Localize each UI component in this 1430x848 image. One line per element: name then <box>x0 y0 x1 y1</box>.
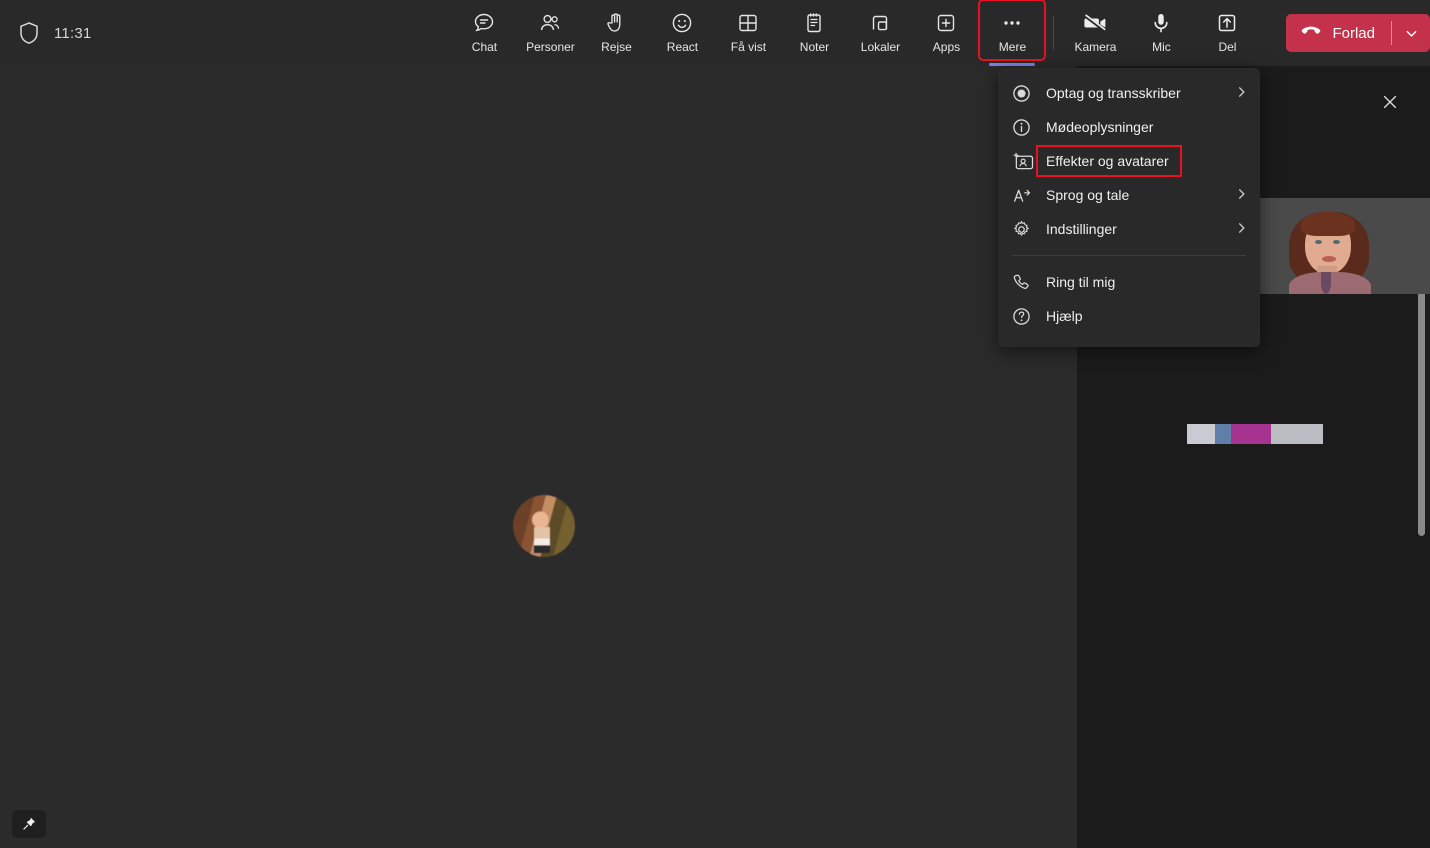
more-options-menu: Optag og transskriber Mødeoplysninger Ef… <box>998 68 1260 347</box>
menu-item-effects-avatars[interactable]: Effekter og avatarer <box>998 144 1260 178</box>
menu-item-label: Indstillinger <box>1046 221 1117 237</box>
toolbar-button-notes[interactable]: Noter <box>781 0 847 60</box>
toolbar-button-react[interactable]: React <box>649 0 715 60</box>
toolbar-label: Mic <box>1152 40 1171 54</box>
gear-icon <box>1012 220 1038 239</box>
menu-item-label: Ring til mig <box>1046 274 1116 290</box>
phone-icon <box>1012 273 1038 292</box>
panel-scrollbar[interactable] <box>1418 291 1425 536</box>
raise-hand-icon <box>604 9 628 37</box>
menu-item-record[interactable]: Optag og transskriber <box>998 76 1260 110</box>
toolbar-label: Rejse <box>601 40 632 54</box>
toolbar-button-more[interactable]: Mere <box>978 0 1047 66</box>
avatar-eye-left <box>1315 240 1322 244</box>
toolbar-button-rooms[interactable]: Lokaler <box>847 0 913 60</box>
toolbar-label: React <box>666 40 699 54</box>
menu-item-label: Mødeoplysninger <box>1046 119 1154 135</box>
chevron-right-icon <box>1235 85 1248 102</box>
thumb-3 <box>1231 424 1271 444</box>
pin-button[interactable] <box>12 810 46 838</box>
toolbar-button-mic[interactable]: Mic <box>1128 0 1194 60</box>
menu-item-settings[interactable]: Indstillinger <box>998 212 1260 246</box>
help-question-icon <box>1012 307 1038 326</box>
menu-item-call-me[interactable]: Ring til mig <box>998 265 1260 299</box>
avatar-hair-front <box>1301 212 1355 236</box>
toolbar-label: Kamera <box>1074 40 1117 54</box>
avatar-collar <box>1321 272 1331 294</box>
microphone-icon <box>1149 9 1173 37</box>
avatar-thumbnail-strip[interactable] <box>1187 424 1323 444</box>
hangup-phone-icon <box>1300 24 1322 42</box>
toolbar-button-raise-hand[interactable]: Rejse <box>583 0 649 60</box>
toolbar-label: Lokaler <box>860 40 901 54</box>
participant-avatar <box>513 495 575 557</box>
share-up-arrow-icon <box>1215 9 1239 37</box>
highlight-box <box>1036 145 1182 177</box>
toolbar-label: Personer <box>526 40 575 54</box>
meeting-toolbar: 11:31 Chat Personer Rejse React Få vist … <box>0 0 1430 66</box>
toolbar-label: Apps <box>932 40 961 54</box>
close-icon <box>1383 95 1397 109</box>
toolbar-button-share[interactable]: Del <box>1194 0 1260 60</box>
menu-item-language-speech[interactable]: Sprog og tale <box>998 178 1260 212</box>
chevron-right-icon <box>1235 221 1248 238</box>
shield-icon <box>18 21 40 45</box>
toolbar-divider <box>1053 16 1055 50</box>
toolbar-button-chat[interactable]: Chat <box>451 0 517 60</box>
avatar-figure <box>1281 206 1377 294</box>
thumb-2 <box>1215 424 1231 444</box>
menu-item-label: Sprog og tale <box>1046 187 1130 203</box>
menu-item-label: Hjælp <box>1046 308 1083 324</box>
teams-meeting-window: 11:31 Chat Personer Rejse React Få vist … <box>0 0 1430 848</box>
leave-options-chevron[interactable] <box>1392 14 1430 52</box>
toolbar-label: Få vist <box>730 40 767 54</box>
toolbar-left-group: 11:31 <box>0 21 451 45</box>
language-speech-icon <box>1012 186 1038 205</box>
toolbar-button-apps[interactable]: Apps <box>913 0 979 60</box>
camera-off-icon <box>1082 9 1108 37</box>
toolbar-label: Chat <box>471 40 498 54</box>
toolbar-actions: Chat Personer Rejse React Få vist Noter … <box>451 0 1260 66</box>
rooms-icon <box>868 9 892 37</box>
leave-button-label: Forlad <box>1332 24 1375 42</box>
toolbar-label: Mere <box>998 40 1027 54</box>
leave-meeting-button[interactable]: Forlad <box>1286 14 1430 52</box>
avatar-eye-right <box>1333 240 1340 244</box>
toolbar-button-camera[interactable]: Kamera <box>1062 0 1128 60</box>
toolbar-button-view[interactable]: Få vist <box>715 0 781 60</box>
chevron-down-icon <box>1406 30 1416 37</box>
toolbar-label: Noter <box>799 40 830 54</box>
chevron-right-icon <box>1235 187 1248 204</box>
avatar-mouth <box>1322 256 1336 262</box>
thumb-1 <box>1187 424 1215 444</box>
menu-item-label: Optag og transskriber <box>1046 85 1181 101</box>
grid-view-icon <box>736 9 760 37</box>
meeting-stage <box>0 66 1076 848</box>
people-icon <box>538 9 562 37</box>
apps-plus-icon <box>934 9 958 37</box>
meeting-clock: 11:31 <box>54 24 92 42</box>
toolbar-label: Del <box>1218 40 1237 54</box>
close-panel-button[interactable] <box>1376 88 1404 116</box>
record-circle-icon <box>1012 84 1038 103</box>
more-ellipsis-icon <box>1000 9 1024 37</box>
notes-icon <box>802 9 826 37</box>
thumb-4 <box>1271 424 1323 444</box>
smiley-icon <box>670 9 694 37</box>
toolbar-button-people[interactable]: Personer <box>517 0 583 60</box>
menu-item-help[interactable]: Hjælp <box>998 299 1260 333</box>
info-circle-icon <box>1012 118 1038 137</box>
leave-main-part[interactable]: Forlad <box>1286 14 1391 52</box>
chat-bubble-icon <box>472 9 496 37</box>
pin-icon <box>23 817 36 830</box>
menu-item-meeting-info[interactable]: Mødeoplysninger <box>998 110 1260 144</box>
menu-divider <box>1012 255 1246 256</box>
toolbar-right-group: Forlad <box>1264 0 1430 66</box>
effects-avatar-icon <box>1012 152 1038 171</box>
